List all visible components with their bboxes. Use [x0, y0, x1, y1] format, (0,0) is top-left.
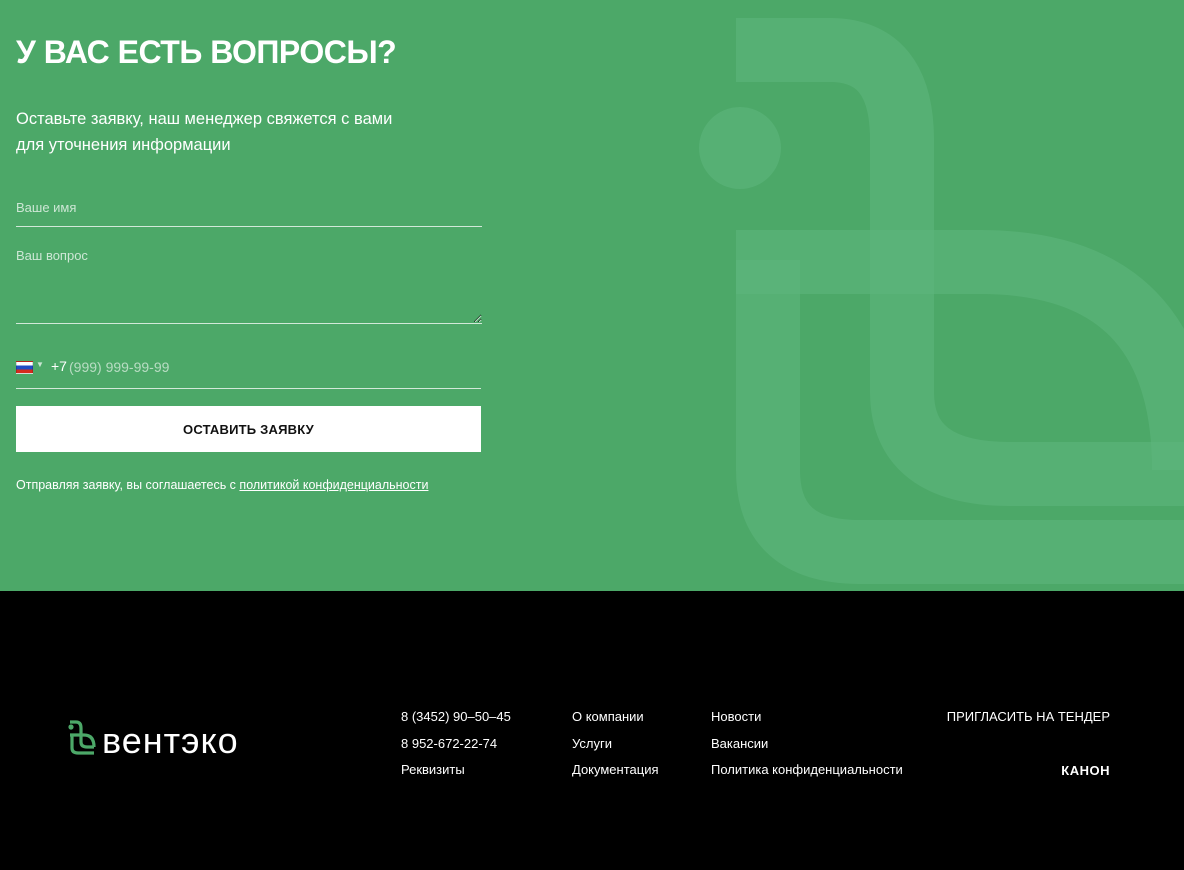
footer-phone-1[interactable]: 8 (3452) 90–50–45: [401, 709, 511, 724]
footer-link-privacy-policy[interactable]: Политика конфиденциальности: [711, 762, 903, 777]
page-title: У ВАС ЕСТЬ ВОПРОСЫ?: [16, 34, 397, 70]
logo-text: вентэко: [102, 720, 239, 760]
submit-request-button[interactable]: ОСТАВИТЬ ЗАЯВКУ: [16, 406, 481, 452]
subtitle-line-1: Оставьте заявку, наш менеджер свяжется с…: [16, 110, 393, 128]
russia-flag-icon[interactable]: [16, 361, 33, 374]
name-input[interactable]: [16, 188, 482, 227]
footer-link-services[interactable]: Услуги: [572, 736, 612, 751]
phone-input[interactable]: [69, 356, 469, 378]
footer-link-about[interactable]: О компании: [572, 709, 644, 724]
ventako-logo[interactable]: вентэко: [66, 720, 306, 765]
developer-kanon-link[interactable]: КАНОН: [1061, 763, 1110, 778]
brand-logo-icon: вентэко: [68, 720, 239, 761]
consent-text: Отправляя заявку, вы соглашаетесь с поли…: [16, 478, 428, 492]
chevron-down-icon[interactable]: ▼: [36, 360, 44, 369]
phone-country-code: +7: [51, 358, 67, 374]
footer-link-documentation[interactable]: Документация: [572, 762, 659, 777]
privacy-policy-link[interactable]: политикой конфиденциальности: [239, 478, 428, 492]
footer-link-news[interactable]: Новости: [711, 709, 761, 724]
footer-requisites-link[interactable]: Реквизиты: [401, 762, 465, 777]
consent-prefix: Отправляя заявку, вы соглашаетесь с: [16, 478, 240, 492]
invite-to-tender-link[interactable]: ПРИГЛАСИТЬ НА ТЕНДЕР: [947, 709, 1110, 724]
footer-phone-2[interactable]: 8 952-672-22-74: [401, 736, 497, 751]
subtitle-line-2: для уточнения информации: [16, 136, 231, 154]
section-subtitle: Оставьте заявку, наш менеджер свяжется с…: [16, 106, 446, 158]
phone-field: ▼ +7: [16, 350, 481, 389]
footer-link-vacancies[interactable]: Вакансии: [711, 736, 768, 751]
question-textarea[interactable]: [16, 248, 482, 324]
contact-section: У ВАС ЕСТЬ ВОПРОСЫ? Оставьте заявку, наш…: [0, 0, 1184, 591]
